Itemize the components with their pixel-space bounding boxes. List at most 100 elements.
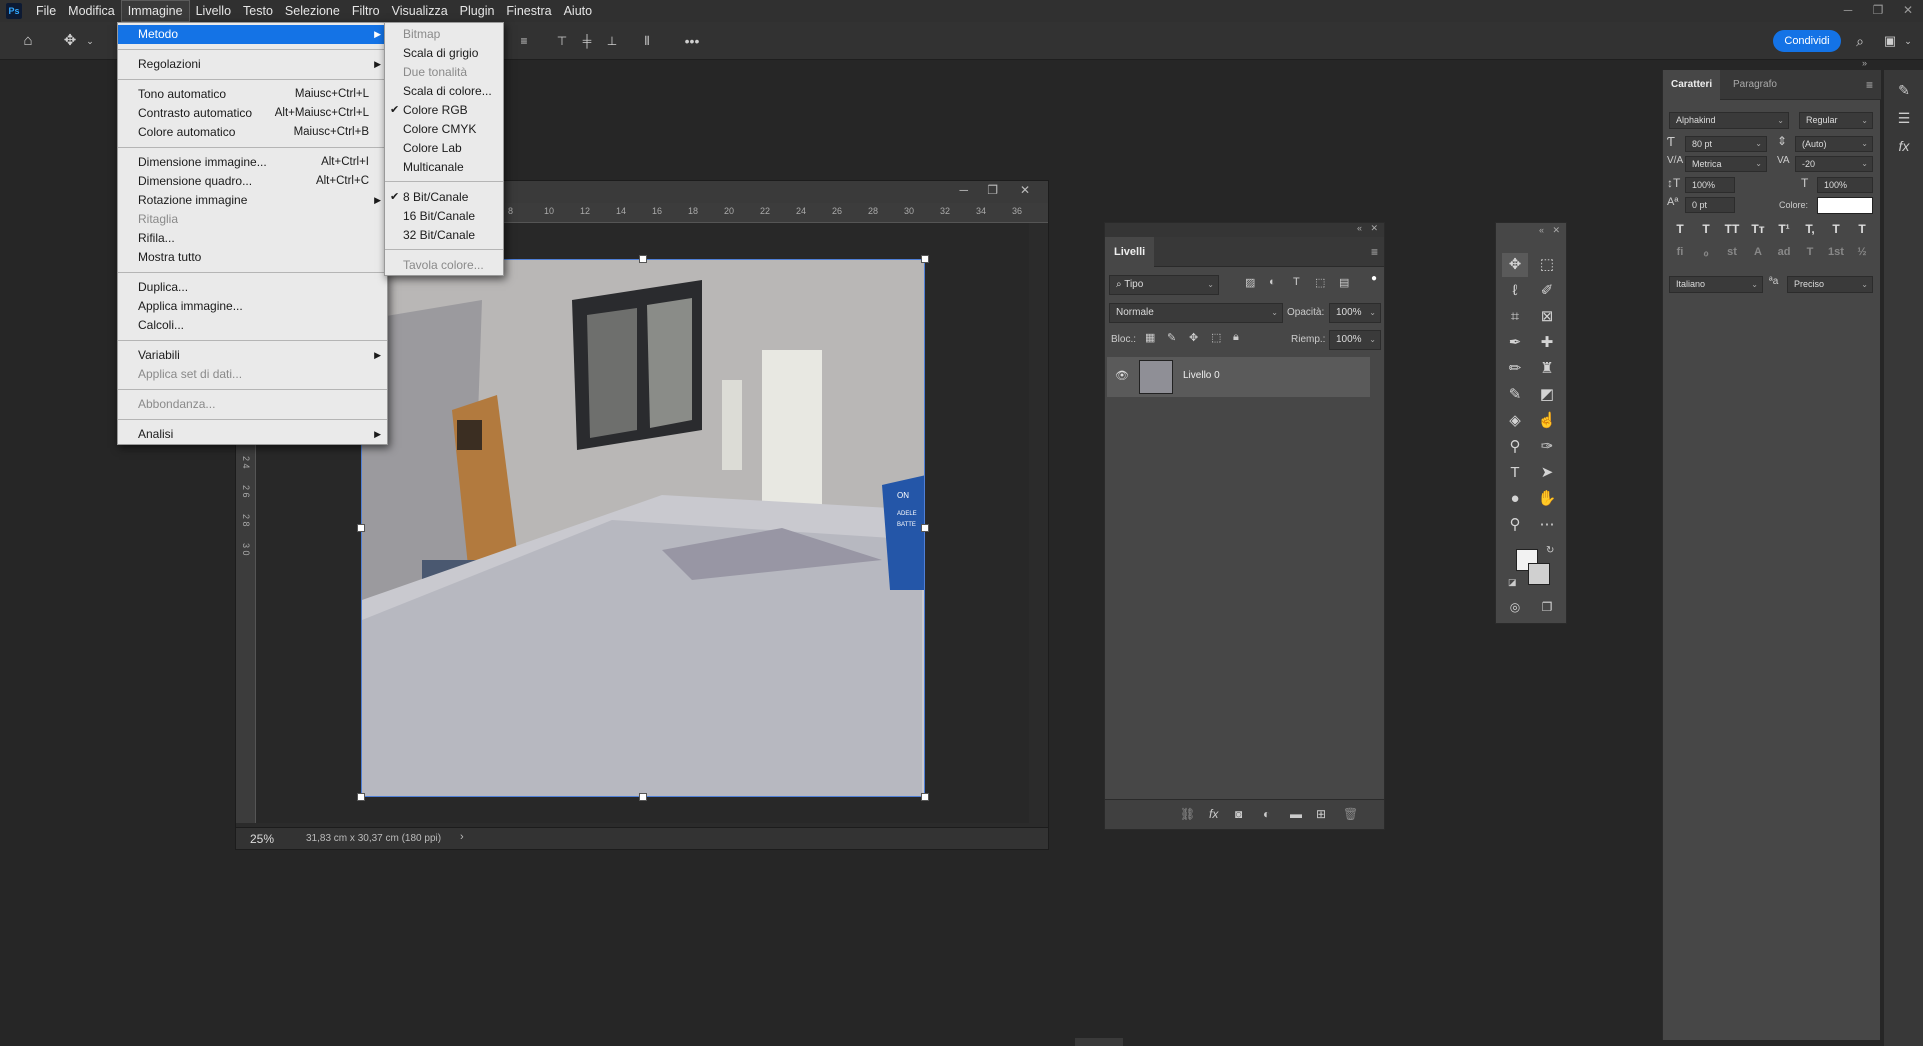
filter-toggle-icon[interactable]: ● — [1371, 273, 1377, 284]
close-icon[interactable]: ✕ — [1370, 223, 1378, 234]
align-top-icon[interactable]: ⊤ — [553, 22, 571, 60]
mode-item-colore-cmyk[interactable]: Colore CMYK — [385, 120, 503, 139]
style-button[interactable]: T, — [1799, 222, 1821, 242]
move-tool-icon[interactable]: ✥ — [56, 22, 84, 60]
menu-item-rifila[interactable]: Rifila... — [118, 229, 387, 248]
screen-mode-icon[interactable]: ❐ — [1534, 595, 1560, 619]
move-tool-icon[interactable]: ✥ — [1502, 253, 1528, 277]
menu-selezione[interactable]: Selezione — [279, 0, 346, 22]
menu-item-calcoli[interactable]: Calcoli... — [118, 316, 387, 335]
dodge-tool-icon[interactable]: ⚲ — [1502, 435, 1528, 459]
adjustments-icon[interactable]: ☰ — [1892, 106, 1916, 130]
minimize-icon[interactable]: ─ — [959, 183, 968, 197]
zoom-level[interactable]: 25% — [250, 832, 274, 846]
stamp-tool-icon[interactable]: ♜ — [1534, 357, 1560, 381]
leading-field[interactable]: (Auto) ⌄ — [1795, 136, 1873, 152]
type-filter-icon[interactable]: T — [1293, 276, 1300, 288]
menu-item-variabili[interactable]: Variabili ▶ — [118, 346, 387, 365]
more-tools-icon[interactable]: ⋯ — [1534, 513, 1560, 537]
font-size-field[interactable]: 80 pt ⌄ — [1685, 136, 1767, 152]
opentype-button[interactable]: 1st — [1825, 246, 1847, 266]
smart-object-filter-icon[interactable]: ▤ — [1339, 276, 1349, 289]
menu-testo[interactable]: Testo — [237, 0, 279, 22]
opentype-button[interactable]: st — [1721, 246, 1743, 266]
transform-handle[interactable] — [357, 793, 365, 801]
font-family-select[interactable]: Alphakind ⌄ — [1669, 112, 1789, 129]
mode-item-scala-di-colore[interactable]: Scala di colore... — [385, 82, 503, 101]
fill-field[interactable]: 100% ⌄ — [1329, 330, 1381, 350]
quick-mask-icon[interactable]: ◎ — [1502, 595, 1528, 619]
style-button[interactable]: T¹ — [1773, 222, 1795, 242]
blend-mode-select[interactable]: Normale ⌄ — [1109, 303, 1283, 323]
mask-icon[interactable]: ◙ — [1235, 807, 1242, 821]
history-brush-tool-icon[interactable]: ✎ — [1502, 383, 1528, 407]
restore-icon[interactable]: ❐ — [987, 183, 998, 197]
eye-icon[interactable]: 👁︎ — [1115, 369, 1129, 382]
close-icon[interactable]: ✕ — [1552, 225, 1560, 236]
mode-item-colore-rgb[interactable]: ✔ Colore RGB — [385, 101, 503, 120]
style-button[interactable]: T — [1669, 222, 1691, 242]
mode-item-scala-di-grigio[interactable]: Scala di grigio — [385, 44, 503, 63]
path-select-tool-icon[interactable]: ➤ — [1534, 461, 1560, 485]
transform-handle[interactable] — [921, 524, 929, 532]
font-style-select[interactable]: Regular ⌄ — [1799, 112, 1873, 129]
search-icon[interactable]: ⌕ — [1848, 22, 1872, 60]
healing-tool-icon[interactable]: ✚ — [1534, 331, 1560, 355]
tab-character[interactable]: Caratteri — [1663, 70, 1721, 100]
eraser-tool-icon[interactable]: ◩ — [1534, 383, 1560, 407]
menu-plugin[interactable]: Plugin — [454, 0, 501, 22]
brush-settings-icon[interactable]: ✎ — [1892, 78, 1916, 102]
opentype-button[interactable]: ℴ — [1695, 246, 1717, 266]
mode-item-colore-lab[interactable]: Colore Lab — [385, 139, 503, 158]
text-color-swatch[interactable] — [1817, 197, 1873, 214]
menu-file[interactable]: File — [30, 0, 62, 22]
lock-image-icon[interactable]: ✎ — [1167, 331, 1176, 344]
transform-handle[interactable] — [639, 793, 647, 801]
pen-tool-icon[interactable]: ✑ — [1534, 435, 1560, 459]
menu-visualizza[interactable]: Visualizza — [386, 0, 454, 22]
pixel-filter-icon[interactable]: ▨ — [1245, 276, 1255, 289]
chevron-down-icon[interactable]: ⌄ — [1902, 22, 1914, 60]
menu-item-tono-automatico[interactable]: Tono automatico Maiusc+Ctrl+L — [118, 85, 387, 104]
tab-layers[interactable]: Livelli — [1105, 237, 1155, 267]
smudge-tool-icon[interactable]: ☝ — [1534, 409, 1560, 433]
baseline-field[interactable]: 0 pt — [1685, 197, 1735, 213]
vertical-scale-field[interactable]: 100% — [1685, 177, 1735, 193]
restore-icon[interactable]: ❐ — [1863, 0, 1893, 22]
menu-item-rotazione-immagine[interactable]: Rotazione immagine ▶ — [118, 191, 387, 210]
ellipse-tool-icon[interactable]: ● — [1502, 487, 1528, 511]
style-button[interactable]: T — [1851, 222, 1873, 242]
menu-modifica[interactable]: Modifica — [62, 0, 121, 22]
more-options-icon[interactable]: ••• — [680, 22, 704, 60]
align-center-icon[interactable]: ≡ — [515, 22, 533, 60]
scroll-indicator[interactable] — [1075, 1038, 1123, 1046]
transform-handle[interactable] — [921, 255, 929, 263]
crop-tool-icon[interactable]: ⌗ — [1502, 305, 1528, 329]
style-button[interactable]: TT — [1721, 222, 1743, 242]
adjustment-filter-icon[interactable]: ◐ — [1269, 276, 1276, 288]
menu-item-regolazioni[interactable]: Regolazioni ▶ — [118, 55, 387, 74]
tab-paragraph[interactable]: Paragrafo — [1733, 70, 1777, 100]
opentype-button[interactable]: ad — [1773, 246, 1795, 266]
minimize-icon[interactable]: ─ — [1833, 0, 1863, 22]
distribute-icon[interactable]: ⫴ — [638, 22, 656, 60]
mode-item-8-bit-canale[interactable]: ✔ 8 Bit/Canale — [385, 188, 503, 207]
quick-select-tool-icon[interactable]: ✐ — [1534, 279, 1560, 303]
opentype-button[interactable]: ﬁ — [1669, 246, 1691, 266]
mode-item-32-bit-canale[interactable]: 32 Bit/Canale — [385, 226, 503, 245]
collapse-icon[interactable]: « — [1357, 223, 1362, 233]
layer-row[interactable]: 👁︎ Livello 0 — [1107, 357, 1370, 397]
paint-bucket-tool-icon[interactable]: ◈ — [1502, 409, 1528, 433]
tracking-field[interactable]: -20 ⌄ — [1795, 156, 1873, 172]
swap-colors-icon[interactable]: ↻ — [1546, 545, 1554, 556]
align-bottom-icon[interactable]: ⊥ — [603, 22, 621, 60]
new-layer-icon[interactable]: ⊞ — [1316, 807, 1326, 821]
menu-finestra[interactable]: Finestra — [500, 0, 557, 22]
type-tool-icon[interactable]: T — [1502, 461, 1528, 485]
style-button[interactable]: Tт — [1747, 222, 1769, 242]
marquee-tool-icon[interactable]: ⬚ — [1534, 253, 1560, 277]
style-button[interactable]: T — [1825, 222, 1847, 242]
eyedropper-tool-icon[interactable]: ✒ — [1502, 331, 1528, 355]
style-button[interactable]: T — [1695, 222, 1717, 242]
language-select[interactable]: Italiano ⌄ — [1669, 276, 1763, 293]
